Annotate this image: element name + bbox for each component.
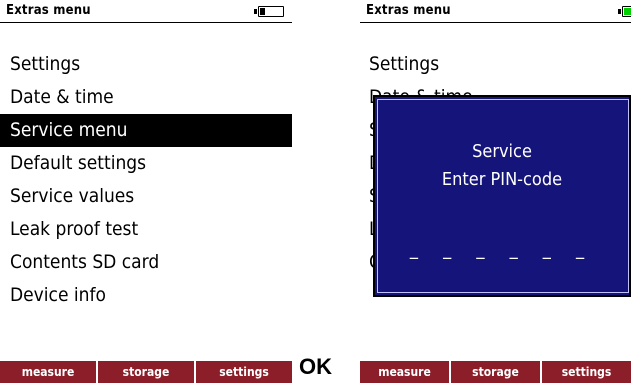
softkey-bar: measure storage settings [360,361,631,383]
extras-menu-list: SettingsDate & timeService menuDefault s… [0,48,292,312]
storage-softkey[interactable]: storage [451,361,542,383]
dialog-border [377,99,629,293]
menu-item-device-info[interactable]: Device info [0,279,292,312]
battery-level [260,8,265,15]
menu-item-settings[interactable]: Settings [0,48,292,81]
dialog-title: Service [472,141,532,162]
battery-icon [254,6,284,17]
screen-title: Extras menu [366,3,451,18]
left-device-screen: Extras menu Settings Date & time Service m… [0,0,292,383]
menu-item-service-menu[interactable]: Service menu [0,114,292,147]
title-bar: Extras menu [360,0,631,23]
pin-input[interactable]: _ _ _ _ _ _ [375,239,629,260]
settings-softkey[interactable]: settings [196,361,292,383]
menu-item-leak-proof-test[interactable]: Leak proof test [0,213,292,246]
right-device-screen: Extras menu SettingsDate & timeService m… [360,0,631,383]
menu-item-settings[interactable]: Settings [360,48,631,81]
battery-icon [618,6,631,17]
ok-label: OK [299,354,332,379]
menu-item-service-values[interactable]: Service values [0,180,292,213]
battery-level [624,8,631,15]
menu-item-default-settings[interactable]: Default settings [0,147,292,180]
measure-softkey[interactable]: measure [0,361,98,383]
settings-softkey[interactable]: settings [542,361,631,383]
measure-softkey[interactable]: measure [360,361,451,383]
menu-item-contents-sd-card[interactable]: Contents SD card [0,246,292,279]
pin-code-dialog[interactable]: Service Enter PIN-code _ _ _ _ _ _ [373,95,631,297]
softkey-bar: measure storage settings [0,361,292,383]
storage-softkey[interactable]: storage [98,361,196,383]
menu-item-date-and-time[interactable]: Date & time [0,81,292,114]
title-bar: Extras menu [0,0,292,23]
screen-title: Extras menu [6,3,91,18]
dialog-prompt: Enter PIN-code [441,169,563,190]
